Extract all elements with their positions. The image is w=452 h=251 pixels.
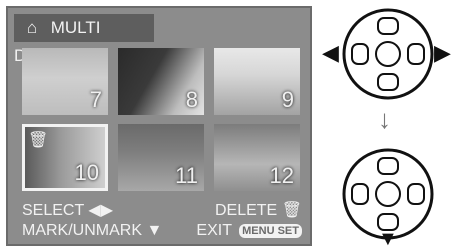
thumbnail-grid: 7 8 9 🗑 10 11 12: [22, 48, 300, 192]
thumbnail-number: 9: [281, 87, 294, 112]
camera-screen: ⌂ MULTI DELETE 7 8 9 🗑 10 11 12 SELECT ◀…: [6, 6, 312, 246]
thumbnail-number: 12: [269, 163, 294, 188]
thumbnail-number: 10: [74, 160, 99, 185]
mark-hint: MARK/UNMARK ▼: [22, 222, 162, 240]
thumbnail-9[interactable]: 9: [214, 48, 300, 115]
multi-image-icon: ⌂: [26, 18, 38, 37]
trash-icon: 🗑: [28, 132, 49, 149]
thumbnail-11[interactable]: 11: [118, 124, 204, 191]
menu-label: MENU: [242, 224, 275, 237]
thumbnail-number: 11: [175, 163, 198, 188]
thumbnail-7[interactable]: 7: [22, 48, 108, 115]
right-arrow-icon: ▶: [434, 40, 451, 65]
dpad-top-icon: [342, 8, 434, 100]
exit-label: EXIT: [196, 222, 232, 239]
select-label: SELECT: [22, 202, 84, 219]
thumbnail-10[interactable]: 🗑 10: [22, 124, 108, 191]
thumbnail-number: 7: [89, 87, 102, 112]
exit-hint: EXIT MENU SET: [196, 222, 302, 240]
thumbnail-8[interactable]: 8: [118, 48, 204, 115]
thumbnail-12[interactable]: 12: [214, 124, 300, 191]
select-hint: SELECT ◀▶: [22, 200, 113, 220]
thumbnail-number: 8: [185, 87, 198, 112]
left-arrow-icon: ◀: [322, 40, 339, 65]
menu-set-icon: MENU SET: [239, 223, 302, 238]
delete-hint: DELETE 🗑: [215, 200, 302, 220]
down-arrow-icon: ↓: [378, 104, 391, 134]
down-arrow-icon: ▼: [146, 222, 163, 239]
header-bar: ⌂ MULTI DELETE: [14, 14, 154, 65]
down-triangle-icon: ▼: [378, 228, 398, 250]
trash-icon: 🗑: [281, 202, 302, 219]
footer-bar: SELECT ◀▶ DELETE 🗑 MARK/UNMARK ▼ EXIT ME…: [14, 196, 308, 244]
set-label: SET: [277, 224, 299, 237]
delete-label: DELETE: [214, 202, 278, 219]
mark-label: MARK/UNMARK: [22, 222, 143, 239]
left-right-arrow-icon: ◀▶: [88, 202, 114, 219]
